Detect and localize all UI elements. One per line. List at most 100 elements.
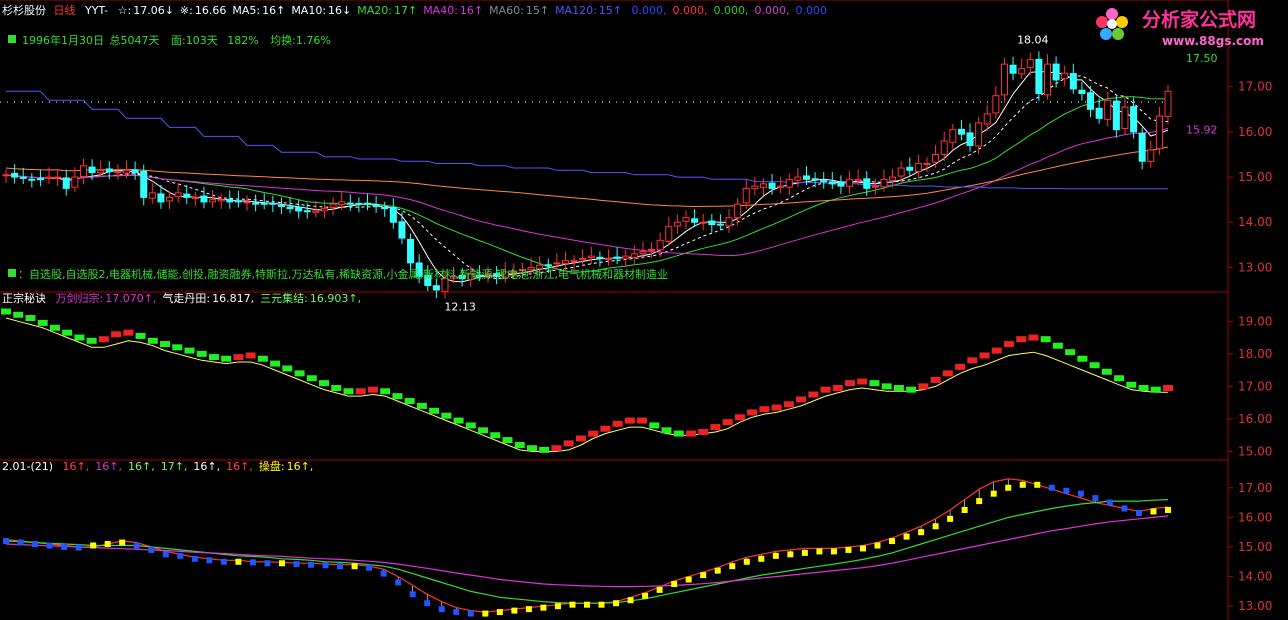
candle[interactable] [303, 210, 311, 213]
candle[interactable] [940, 140, 948, 155]
candle[interactable] [768, 182, 776, 189]
candle[interactable] [1147, 149, 1155, 162]
candle[interactable] [716, 223, 724, 226]
candle[interactable] [897, 167, 905, 177]
candle[interactable] [828, 181, 836, 185]
candle[interactable] [889, 176, 897, 181]
candle[interactable] [286, 206, 294, 210]
candle[interactable] [79, 165, 87, 178]
candle[interactable] [708, 220, 716, 225]
candle[interactable] [975, 122, 983, 147]
candle[interactable] [398, 221, 406, 239]
candle[interactable] [140, 170, 148, 198]
candle[interactable] [553, 262, 561, 265]
candle[interactable] [794, 176, 802, 181]
candlestick-series[interactable] [2, 51, 1172, 299]
candle[interactable] [1130, 106, 1138, 133]
candle[interactable] [802, 175, 811, 180]
candle[interactable] [174, 192, 182, 198]
candle[interactable] [217, 199, 225, 202]
candle[interactable] [587, 255, 595, 259]
candle[interactable] [1095, 107, 1103, 119]
candle[interactable] [355, 202, 363, 205]
candle[interactable] [949, 129, 957, 143]
candle[interactable] [36, 178, 44, 181]
candle[interactable] [381, 206, 389, 210]
candle[interactable] [863, 178, 871, 189]
candle[interactable] [596, 256, 604, 259]
candle[interactable] [880, 178, 888, 188]
candle[interactable] [54, 176, 62, 179]
candle[interactable] [62, 177, 70, 189]
candle[interactable] [338, 201, 346, 206]
candle[interactable] [630, 253, 638, 258]
candle[interactable] [691, 218, 699, 223]
candle[interactable] [88, 166, 96, 174]
candle[interactable] [191, 196, 199, 199]
candle[interactable] [389, 206, 397, 223]
candle[interactable] [992, 95, 1000, 114]
candle[interactable] [1009, 64, 1017, 74]
indicator-name[interactable]: YYT- [84, 4, 108, 17]
candle[interactable] [871, 185, 879, 188]
candle[interactable] [751, 185, 759, 190]
candle[interactable] [983, 113, 991, 125]
candle[interactable] [846, 178, 854, 187]
candle[interactable] [854, 178, 862, 182]
candle[interactable] [966, 132, 974, 146]
candle[interactable] [544, 264, 552, 267]
candle[interactable] [656, 239, 664, 251]
candle[interactable] [45, 176, 53, 179]
candle[interactable] [114, 171, 122, 174]
candle[interactable] [622, 255, 630, 259]
stock-chart[interactable]: 13.00 14.00 15.00 16.00 17.00 18.04 12.13 17.5… [0, 0, 1288, 620]
candle[interactable] [570, 260, 578, 263]
candle[interactable] [777, 185, 785, 188]
candle[interactable] [19, 176, 27, 179]
candle[interactable] [906, 166, 914, 171]
candle[interactable] [432, 285, 440, 291]
candle[interactable] [837, 181, 845, 187]
candle[interactable] [243, 201, 251, 204]
candle[interactable] [1061, 72, 1069, 80]
candle[interactable] [28, 178, 36, 181]
candle[interactable] [1112, 100, 1120, 131]
candle[interactable] [682, 217, 690, 222]
candle[interactable] [209, 199, 217, 203]
candle[interactable] [699, 221, 707, 224]
candle[interactable] [295, 206, 303, 212]
candle[interactable] [579, 257, 587, 261]
candle[interactable] [131, 169, 139, 174]
candle[interactable] [725, 217, 733, 227]
candle[interactable] [407, 238, 415, 264]
candle[interactable] [1026, 59, 1034, 68]
candle[interactable] [734, 203, 742, 219]
candle[interactable] [1043, 63, 1052, 96]
candle[interactable] [157, 193, 165, 203]
candle[interactable] [312, 210, 320, 213]
candle[interactable] [11, 172, 19, 178]
candle[interactable] [148, 192, 156, 199]
candle[interactable] [639, 251, 647, 255]
candle[interactable] [957, 128, 965, 135]
candle[interactable] [1035, 58, 1043, 94]
candle[interactable] [277, 204, 285, 207]
candle[interactable] [914, 163, 922, 173]
candle[interactable] [561, 260, 569, 265]
candle[interactable] [363, 202, 372, 205]
candle[interactable] [346, 202, 354, 205]
candle[interactable] [1078, 89, 1086, 94]
candle[interactable] [1018, 68, 1026, 75]
candle[interactable] [97, 169, 105, 174]
candle[interactable] [329, 203, 337, 208]
candle[interactable] [1121, 106, 1129, 129]
candle[interactable] [122, 169, 131, 174]
candle[interactable] [260, 202, 268, 205]
candle[interactable] [605, 257, 613, 260]
candle[interactable] [759, 183, 767, 188]
candle[interactable] [1069, 73, 1077, 90]
candle[interactable] [1052, 63, 1060, 81]
candle[interactable] [811, 178, 819, 181]
candle[interactable] [1000, 63, 1008, 96]
candle[interactable] [234, 200, 242, 203]
